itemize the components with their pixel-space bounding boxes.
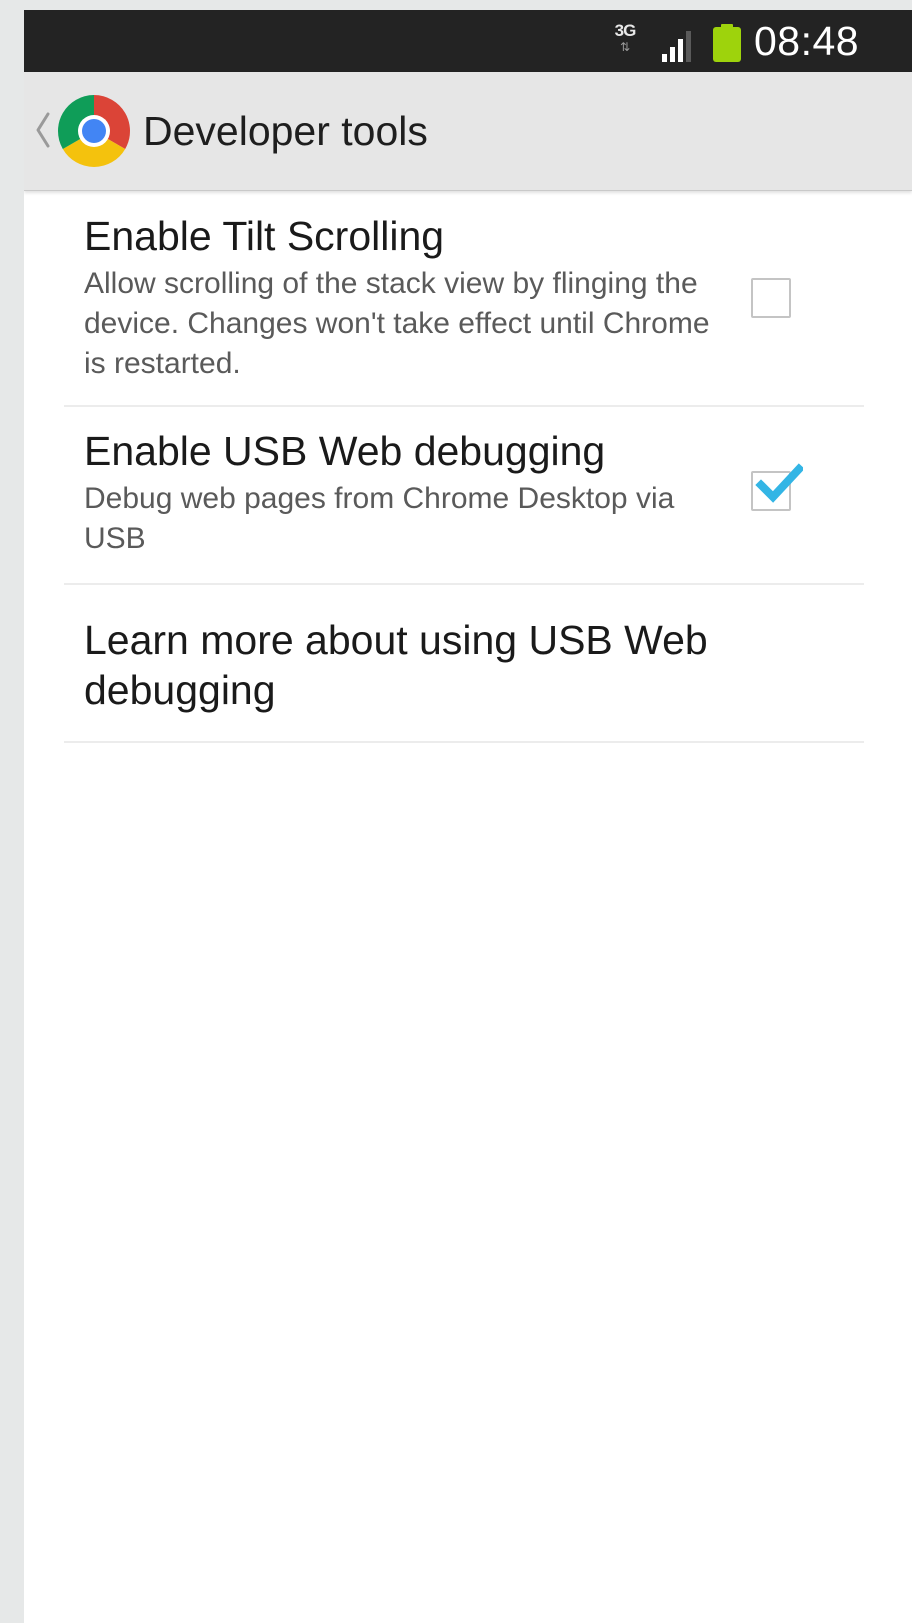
pref-title: Learn more about using USB Web debugging [84,617,708,713]
app-frame: 3G ⇅ 08:48 Developer tools Enable Tilt S… [24,10,912,1623]
pref-usb-web-debugging[interactable]: Enable USB Web debugging Debug web pages… [64,407,864,585]
checkmark-icon [755,463,803,503]
pref-summary: Debug web pages from Chrome Desktop via … [84,482,675,555]
pref-text: Enable Tilt Scrolling Allow scrolling of… [64,192,724,384]
pref-title: Enable USB Web debugging [84,428,606,474]
chevron-left-icon[interactable] [34,110,52,150]
chrome-logo-icon[interactable] [57,94,131,168]
network-type-indicator: 3G ⇅ [608,21,642,63]
action-bar: Developer tools [24,72,912,191]
data-activity-icon: ⇅ [619,40,631,54]
tilt-scrolling-checkbox[interactable] [751,278,791,318]
pref-summary: Allow scrolling of the stack view by fli… [84,267,710,380]
network-type-label: 3G [614,21,637,40]
status-clock: 08:48 [754,18,860,64]
signal-icon [662,31,691,62]
pref-tilt-scrolling[interactable]: Enable Tilt Scrolling Allow scrolling of… [64,192,864,407]
pref-text: Enable USB Web debugging Debug web pages… [64,407,724,559]
usb-debugging-checkbox[interactable] [751,463,803,511]
page-title: Developer tools [143,108,428,154]
preference-list: Enable Tilt Scrolling Allow scrolling of… [24,192,912,743]
battery-icon [713,24,741,62]
pref-title: Enable Tilt Scrolling [84,213,445,259]
pref-text: Learn more about using USB Web debugging [64,585,804,715]
learn-more-usb-debugging-link[interactable]: Learn more about using USB Web debugging [64,585,864,743]
status-bar: 3G ⇅ 08:48 [24,10,912,72]
